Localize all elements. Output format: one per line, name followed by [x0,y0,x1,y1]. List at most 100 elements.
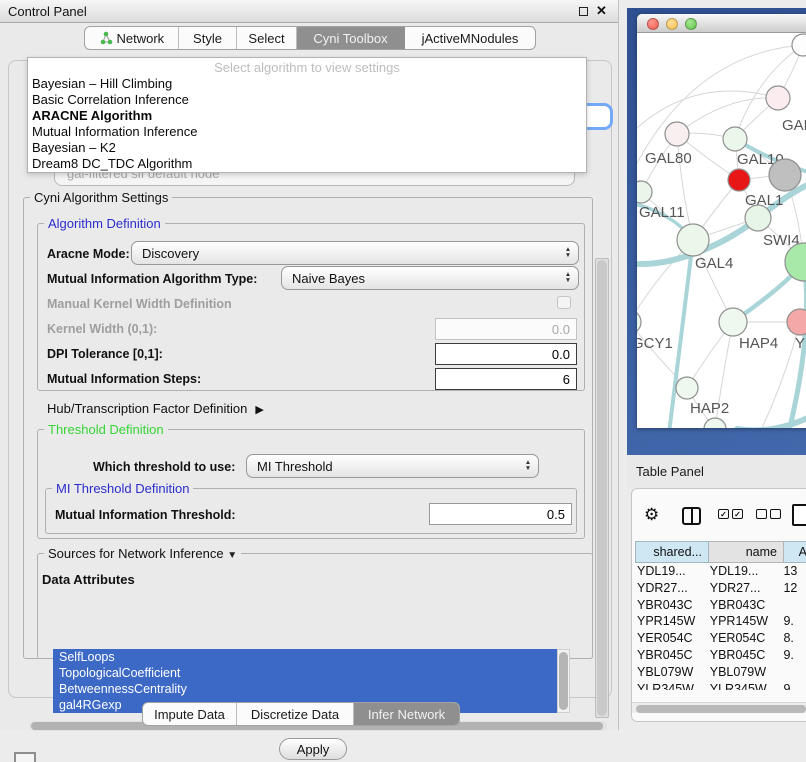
aracne-mode-label: Aracne Mode: [47,247,130,261]
algorithm-option[interactable]: Basic Correlation Inference [28,92,586,108]
column-header[interactable]: name [709,541,784,563]
algorithm-definition-title: Algorithm Definition [44,216,165,231]
tab-style[interactable]: Style [179,27,237,49]
network-icon [99,31,113,45]
tab-impute-data[interactable]: Impute Data [143,703,237,725]
network-node-swi4 [745,205,771,231]
hub-definition-expander[interactable]: Hub/Transcription Factor Definition▶ [47,401,264,416]
mi-threshold-label: Mutual Information Threshold: [55,508,236,522]
cyni-settings-title: Cyni Algorithm Settings [30,190,172,205]
node-label: GCY1 [637,335,673,352]
table-header-row: shared...nameA [635,541,806,563]
sources-group: Sources for Network Inference ▼ [37,553,593,659]
checked-checkbox-icon[interactable]: ✓ [718,509,729,519]
minimized-panel-icon[interactable] [14,752,36,762]
node-label: GAL [782,117,806,134]
node-label: HAP4 [739,335,778,352]
mi-type-combobox[interactable]: Naive Bayes ▲▼ [281,266,579,290]
table-row[interactable]: YBR045CYBR045C9. [635,648,806,665]
tab-jactivemnodules[interactable]: jActiveMNodules [405,27,535,49]
algorithm-option[interactable]: ARACNE Algorithm [28,108,586,124]
checked-checkbox-icon[interactable]: ✓ [732,509,743,519]
cyni-toolbox-panel: gal-filtered sif default node Select alg… [8,60,612,698]
kernel-width-input[interactable]: 0.0 [435,318,577,340]
minimize-traffic-icon[interactable] [666,18,678,30]
zoom-traffic-icon[interactable] [685,18,697,30]
algorithm-dropdown-placeholder: Select algorithm to view settings [28,58,586,76]
table-rows: YDL19...YDL19...13YDR27...YDR27...12YBR0… [635,564,806,690]
table-row[interactable]: YDL19...YDL19...13 [635,564,806,581]
close-window-icon[interactable]: ✕ [596,3,607,19]
algorithm-option[interactable]: Bayesian – K2 [28,140,586,156]
mi-type-label: Mutual Information Algorithm Type: [47,272,257,286]
stepper-icon: ▲▼ [520,460,538,472]
split-columns-icon[interactable] [682,507,701,525]
column-header[interactable]: A [784,541,806,563]
table-horizontal-scrollbar[interactable] [632,702,806,713]
tab-select[interactable]: Select [237,27,297,49]
stepper-icon: ▲▼ [560,247,578,259]
unchecked-checkbox-icon[interactable] [756,509,767,519]
tab-discretize-data[interactable]: Discretize Data [237,703,354,725]
control-panel-titlebar: Control Panel ✕ [0,0,618,23]
table-row[interactable]: YLR345WYLR345W9. [635,682,806,690]
table-row[interactable]: YBR043CYBR043C [635,598,806,615]
algorithm-dropdown-list: Select algorithm to view settings Bayesi… [27,57,587,173]
table-row[interactable]: YDR27...YDR27...12 [635,581,806,598]
table-panel: ⚙ ✓ ✓ shared...nameA YDL19...YDL19...13Y… [631,488,806,722]
network-node [769,159,801,191]
threshold-definition-title: Threshold Definition [44,422,168,437]
table-row[interactable]: YPR145WYPR145W9. [635,614,806,631]
new-table-icon[interactable] [792,504,806,526]
mi-threshold-title: MI Threshold Definition [52,481,193,496]
table-panel-title: Table Panel [636,464,704,479]
network-node-gal80 [665,122,689,146]
network-graph: GALGAL80GAL10GAL1GAL11SWI4GAL4GCY1HAP4YH… [637,33,806,428]
network-window[interactable]: GALGAL80GAL10GAL1GAL11SWI4GAL4GCY1HAP4YH… [637,14,806,428]
sources-title[interactable]: Sources for Network Inference ▼ [44,546,241,561]
aracne-mode-combobox[interactable]: Discovery ▲▼ [131,241,579,265]
table-row[interactable]: YBL079WYBL079W [635,665,806,682]
network-node-y [787,309,806,335]
attribute-item[interactable]: BetweennessCentrality [53,681,557,697]
algorithm-option[interactable]: Dream8 DC_TDC Algorithm [28,156,586,172]
network-node-hap4 [719,308,747,336]
attribute-item[interactable]: SelfLoops [53,649,557,665]
attribute-item[interactable]: TopologicalCoefficient [53,665,557,681]
node-label: GAL80 [645,150,692,167]
network-node-gcy1 [637,310,641,334]
column-header[interactable]: shared... [635,541,709,563]
mi-steps-input[interactable]: 6 [435,368,577,390]
tab-cyni-toolbox[interactable]: Cyni Toolbox [297,27,405,49]
manual-kernel-checkbox[interactable] [557,296,571,309]
mi-threshold-input[interactable]: 0.5 [429,503,572,525]
algorithm-option[interactable]: Mutual Information Inference [28,124,586,140]
settings-vertical-scrollbar[interactable] [595,258,609,718]
panel-title: Control Panel [8,4,87,19]
float-window-icon[interactable] [579,7,588,16]
expand-right-icon: ▶ [255,404,263,416]
dpi-tolerance-input[interactable]: 0.0 [435,343,577,365]
which-threshold-combobox[interactable]: MI Threshold ▲▼ [246,454,539,478]
network-canvas[interactable]: GALGAL80GAL10GAL1GAL11SWI4GAL4GCY1HAP4YH… [637,33,806,428]
tab-network[interactable]: Network [85,27,179,49]
close-traffic-icon[interactable] [647,18,659,30]
mi-steps-label: Mutual Information Steps: [47,372,201,386]
table-panel-header: Table Panel [627,455,806,488]
attributes-scrollbar[interactable] [557,649,570,713]
manual-kernel-label: Manual Kernel Width Definition [47,297,232,311]
table-row[interactable]: YER054CYER054C8. [635,631,806,648]
network-window-titlebar[interactable] [637,14,806,33]
unchecked-checkbox-icon[interactable] [770,509,781,519]
tab-infer-network[interactable]: Infer Network [354,703,459,725]
algorithm-option[interactable]: Bayesian – Hill Climbing [28,76,586,92]
table-toolbar: ⚙ ✓ ✓ [632,489,806,539]
network-node-gal10 [723,127,747,151]
network-node-gal1 [728,169,750,191]
app-screen: Control Panel ✕ NetworkStyleSelectCyni T… [0,0,806,762]
gear-icon[interactable]: ⚙ [644,506,659,523]
apply-button[interactable]: Apply [279,738,347,760]
which-threshold-label: Which threshold to use: [93,460,235,474]
node-label: Y [795,335,805,352]
network-edge [637,91,778,128]
